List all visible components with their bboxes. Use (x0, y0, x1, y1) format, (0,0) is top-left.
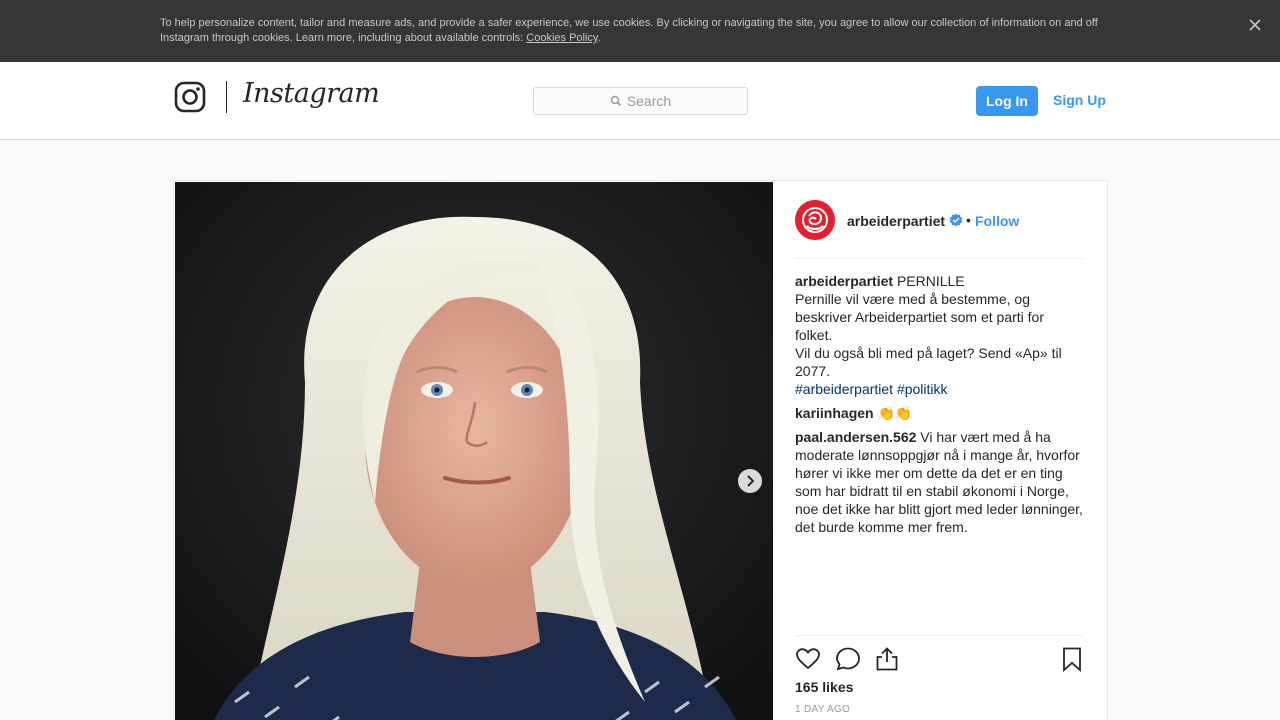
cookie-period: . (597, 32, 601, 44)
comment: paal.andersen.562 Vi har vært med å ha m… (795, 428, 1085, 536)
post-sidebar: arbeiderpartiet • Follow arbeiderpartiet… (773, 181, 1108, 720)
caption-first-line: PERNILLE (896, 273, 965, 289)
next-photo-button[interactable] (738, 469, 762, 493)
log-in-button[interactable]: Log In (976, 86, 1038, 116)
cookie-text: To help personalize content, tailor and … (160, 16, 1110, 46)
follow-button[interactable]: Follow (975, 213, 1019, 229)
caption-line: Vil du også bli med på laget? Send «Ap» … (795, 345, 1062, 379)
hashtag-link[interactable]: #arbeiderpartiet (795, 381, 893, 397)
post-header: arbeiderpartiet • Follow (795, 200, 1083, 259)
chevron-right-icon (747, 475, 755, 487)
heart-icon[interactable] (795, 646, 821, 672)
action-bar (795, 635, 1083, 685)
separator-dot: • (966, 212, 971, 228)
caption-line: Pernille vil være med å bestemme, og bes… (795, 291, 1044, 343)
likes-count[interactable]: 165 likes (795, 679, 853, 695)
comment-username[interactable]: kariinhagen (795, 405, 874, 421)
top-nav: Instagram Search Log In Sign Up (0, 62, 1280, 140)
bookmark-icon[interactable] (1059, 646, 1085, 672)
caption: arbeiderpartiet PERNILLE Pernille vil væ… (795, 272, 1085, 398)
post-photo[interactable] (175, 182, 773, 720)
share-icon[interactable] (874, 646, 900, 672)
post-timestamp[interactable]: 1 DAY AGO (795, 704, 850, 715)
author-username[interactable]: arbeiderpartiet (847, 213, 945, 229)
instagram-wordmark[interactable]: Instagram (243, 78, 380, 109)
rose-logo-icon (795, 200, 835, 240)
comment-icon[interactable] (835, 646, 861, 672)
search-input[interactable]: Search (533, 87, 748, 115)
sign-up-link[interactable]: Sign Up (1053, 92, 1106, 108)
cookies-policy-link[interactable]: Cookies Policy (526, 32, 597, 44)
logo-divider (226, 81, 227, 113)
close-icon[interactable] (1244, 14, 1266, 36)
cookie-banner: To help personalize content, tailor and … (0, 0, 1280, 62)
comment-text: 👏👏 (877, 405, 913, 421)
comment: kariinhagen 👏👏 (795, 404, 1085, 422)
hashtag-link[interactable]: #politikk (897, 381, 948, 397)
instagram-camera-icon[interactable] (174, 81, 206, 113)
comments-list: arbeiderpartiet PERNILLE Pernille vil væ… (795, 272, 1085, 542)
verified-badge-icon (949, 213, 963, 227)
search-placeholder: Search (626, 93, 672, 109)
search-icon (610, 95, 621, 107)
caption-username[interactable]: arbeiderpartiet (795, 273, 893, 289)
author-avatar[interactable] (795, 200, 835, 240)
post-card: arbeiderpartiet • Follow arbeiderpartiet… (173, 180, 1108, 720)
comment-username[interactable]: paal.andersen.562 (795, 429, 916, 445)
cookie-message: To help personalize content, tailor and … (160, 17, 1098, 44)
